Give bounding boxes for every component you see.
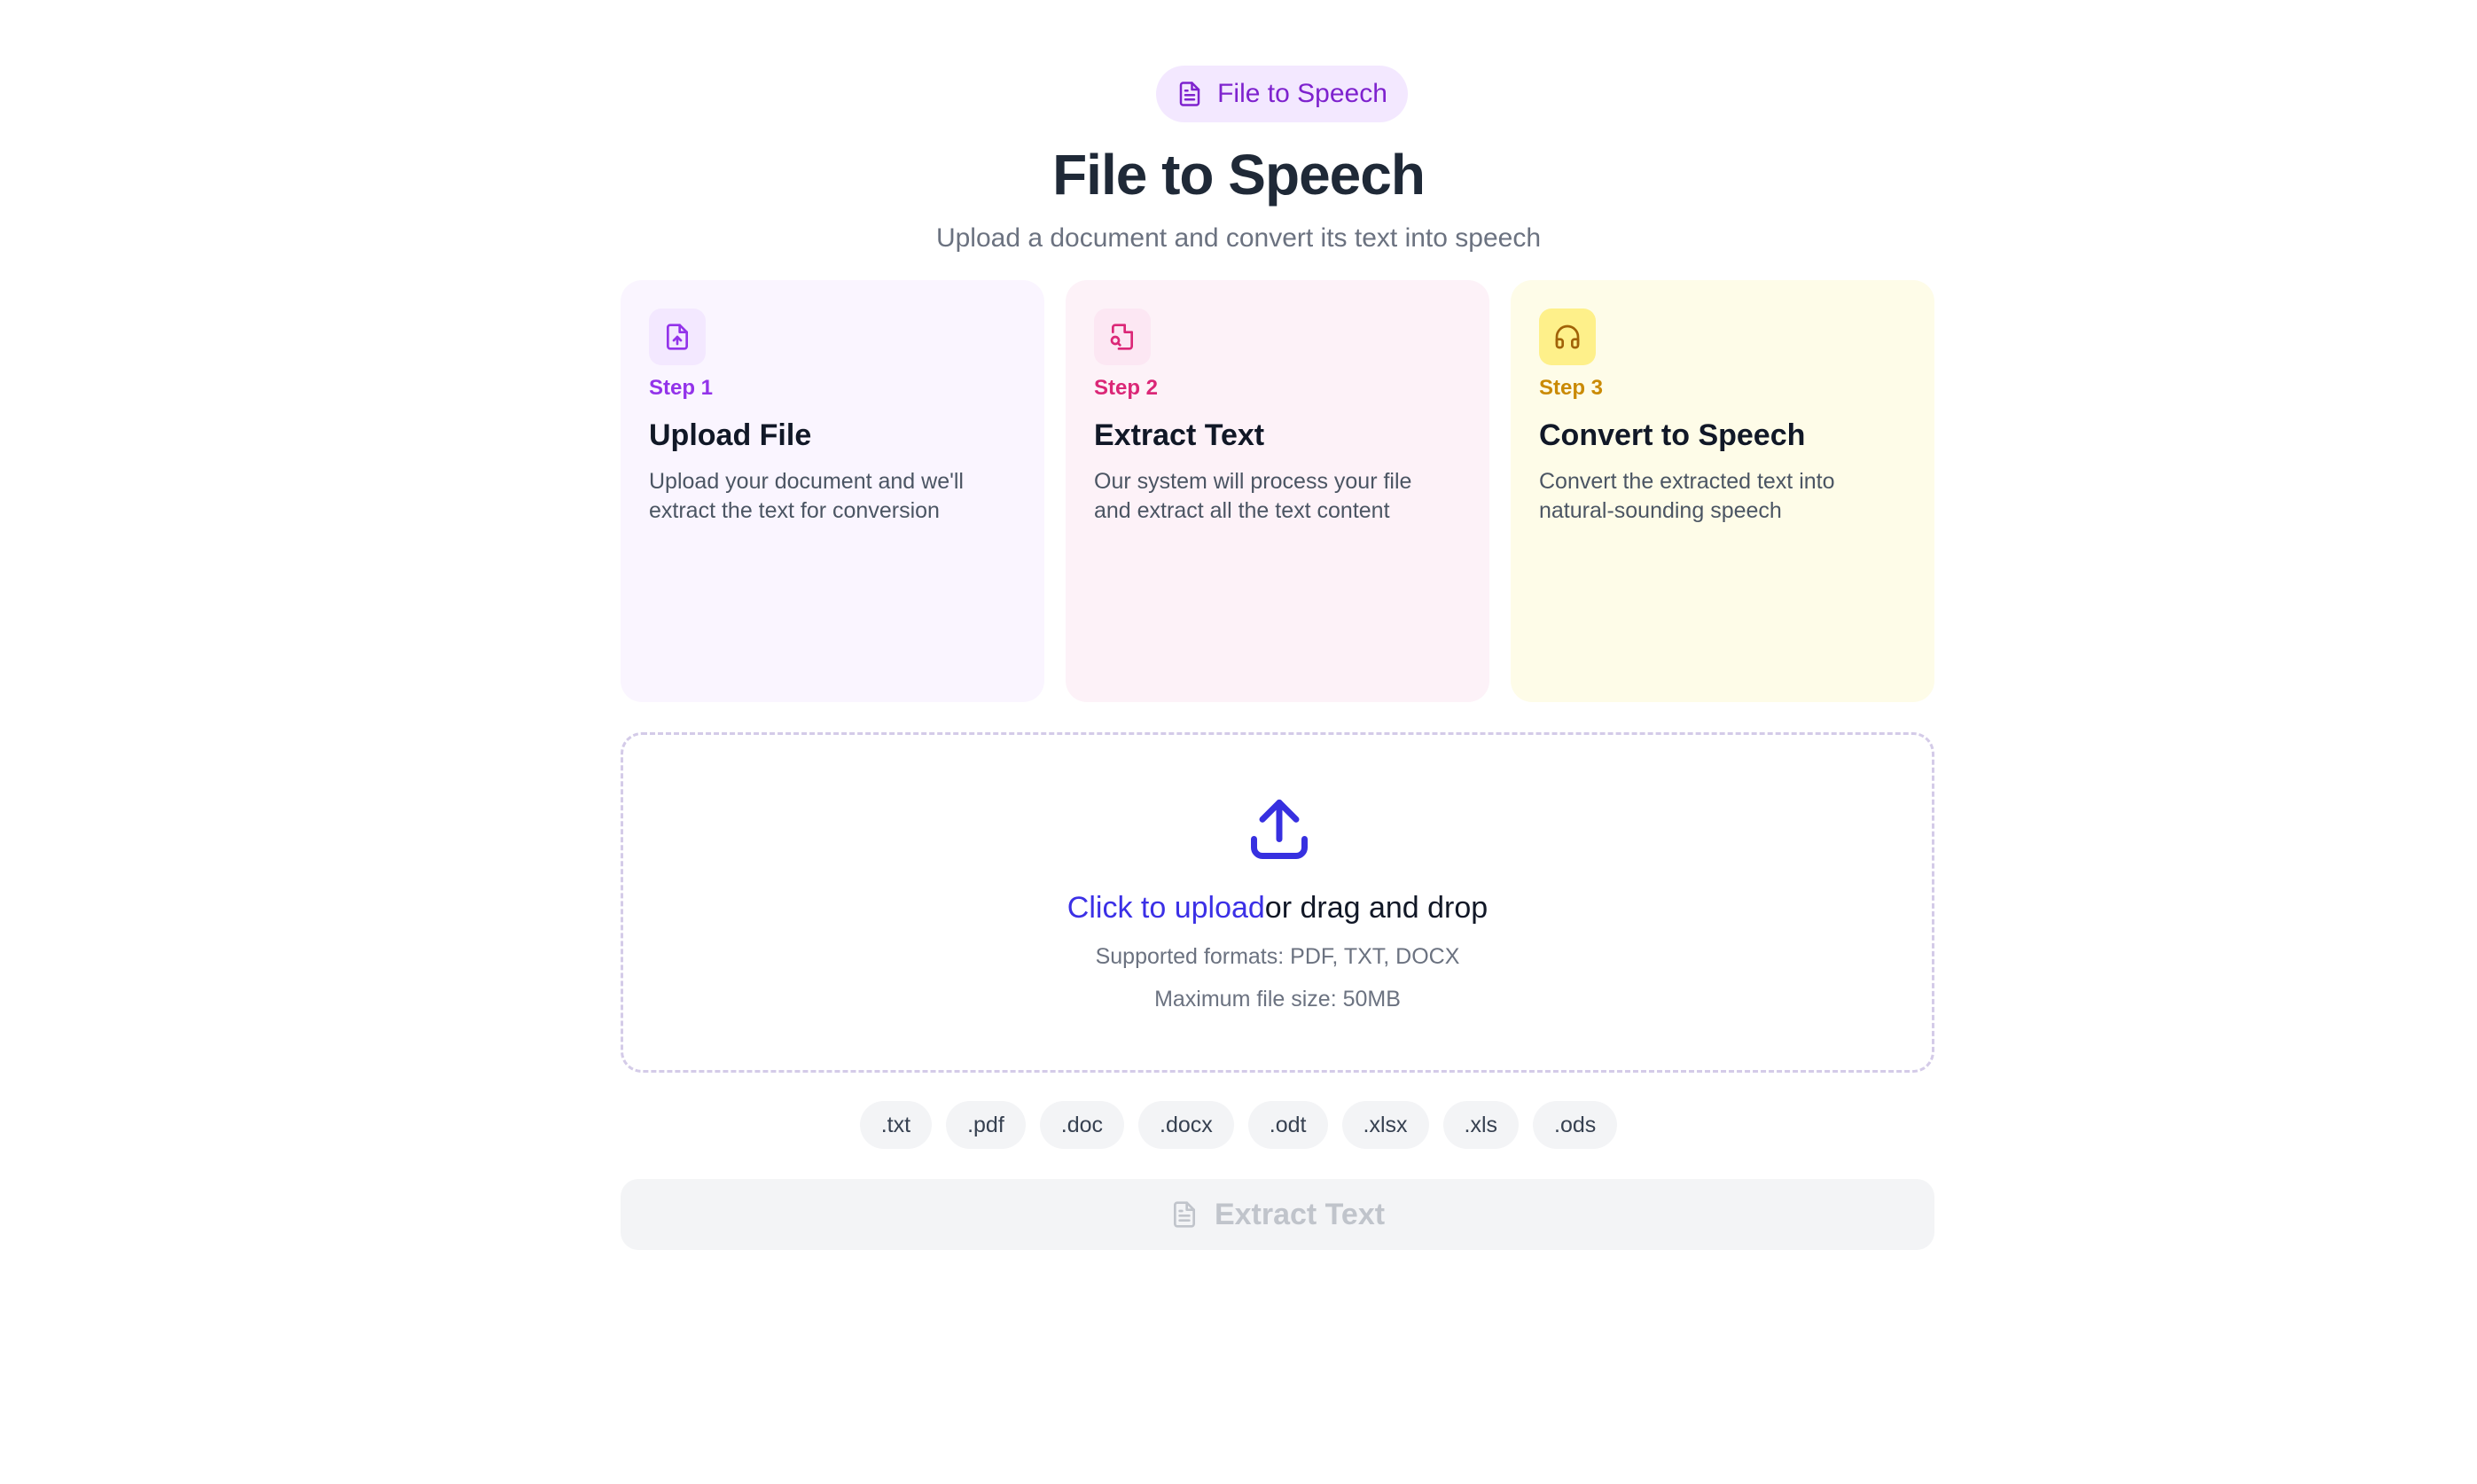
step-number: Step 1 xyxy=(649,376,714,400)
step-number: Step 3 xyxy=(1539,376,1604,400)
step-card-extract: Step 2 Extract Text Our system will proc… xyxy=(1066,280,1489,702)
page-subtitle: Upload a document and convert its text i… xyxy=(935,223,1542,253)
file-dropzone[interactable]: Click to uploador drag and drop Supporte… xyxy=(621,732,1934,1073)
step-description: Convert the extracted text into natural-… xyxy=(1539,469,1835,523)
file-text-icon xyxy=(1179,82,1200,106)
step-title: Upload File xyxy=(649,418,812,452)
step-card-speech: Step 3 Convert to Speech Convert the ext… xyxy=(1511,280,1934,702)
step-number: Step 2 xyxy=(1094,376,1159,400)
extract-button-label: Extract Text xyxy=(1214,1197,1386,1231)
extension-chip: .txt xyxy=(859,1101,933,1149)
step-description: Our system will process your file and ex… xyxy=(1094,469,1412,523)
extension-chip: .ods xyxy=(1533,1101,1618,1149)
extension-chip: .pdf xyxy=(946,1101,1026,1149)
max-file-size: Maximum file size: 50MB xyxy=(1154,987,1401,1011)
file-search-icon xyxy=(1110,324,1133,350)
upload-icon xyxy=(1251,799,1308,859)
page-badge: File to Speech xyxy=(1156,66,1408,122)
extension-chip: .odt xyxy=(1247,1101,1328,1149)
supported-formats: Supported formats: PDF, TXT, DOCX xyxy=(1095,944,1460,969)
click-to-upload-link[interactable]: Click to upload xyxy=(1067,891,1265,925)
extension-chip: .xls xyxy=(1442,1101,1519,1149)
step-icon-box xyxy=(1539,309,1596,365)
page: File to Speech File to Speech Upload a d… xyxy=(0,0,2477,1484)
step-icon-box xyxy=(649,309,706,365)
extract-text-button[interactable]: Extract Text xyxy=(621,1179,1934,1250)
step-title: Convert to Speech xyxy=(1539,418,1806,452)
dropzone-prompt: Click to uploador drag and drop xyxy=(623,891,1932,926)
extension-chip: .docx xyxy=(1138,1101,1234,1149)
headphones-icon xyxy=(1555,324,1580,349)
extension-list: .txt .pdf .doc .docx .odt .xlsx .xls .od… xyxy=(0,1101,2477,1149)
extension-chip: .xlsx xyxy=(1341,1101,1429,1149)
drag-drop-text: or drag and drop xyxy=(1264,891,1489,925)
file-upload-icon xyxy=(667,324,688,350)
step-card-upload: Step 1 Upload File Upload your document … xyxy=(621,280,1044,702)
file-text-icon xyxy=(1173,1201,1195,1228)
badge-label: File to Speech xyxy=(1217,79,1387,108)
page-title: File to Speech xyxy=(1052,143,1426,207)
step-description: Upload your document and we'll extract t… xyxy=(649,469,964,523)
step-icon-box xyxy=(1094,309,1151,365)
extension-chip: .doc xyxy=(1039,1101,1125,1149)
step-title: Extract Text xyxy=(1094,418,1265,452)
